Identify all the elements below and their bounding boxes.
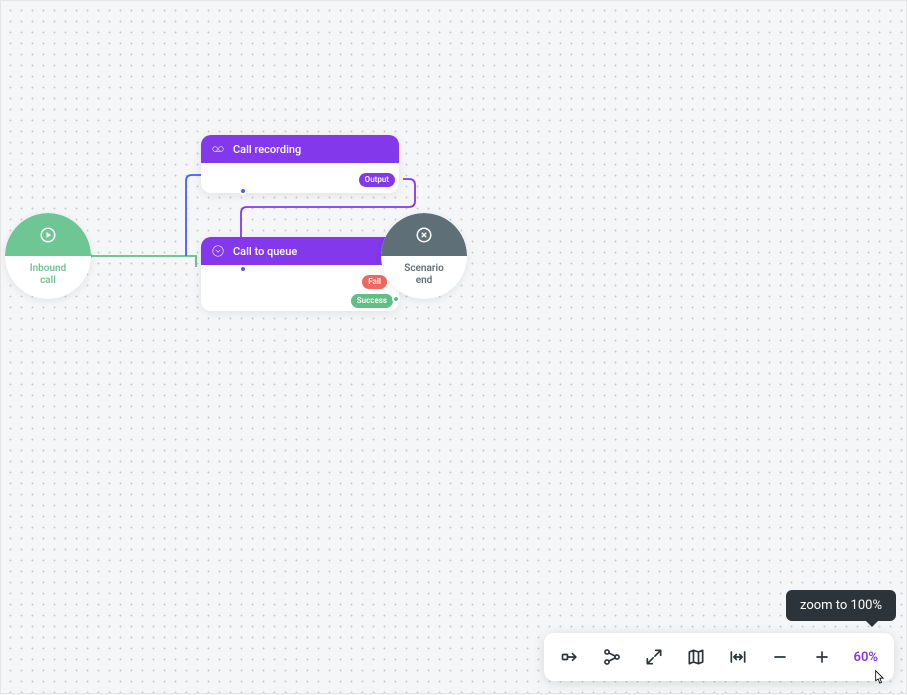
minus-icon xyxy=(770,647,790,667)
map-icon xyxy=(686,647,706,667)
fullscreen-button[interactable] xyxy=(636,639,672,675)
graph-tool-button[interactable] xyxy=(594,639,630,675)
zoom-level-text: 60% xyxy=(854,650,878,665)
node-recording-header: Call recording xyxy=(201,135,399,163)
zoom-in-button[interactable] xyxy=(804,639,840,675)
expand-icon xyxy=(644,647,664,667)
play-circle-icon xyxy=(39,226,57,244)
queue-icon xyxy=(211,244,225,258)
plus-icon xyxy=(812,647,832,667)
map-button[interactable] xyxy=(678,639,714,675)
port-queue-fail-label: Fail xyxy=(362,275,387,289)
voicemail-icon xyxy=(211,142,225,156)
connection-wires xyxy=(1,1,907,695)
port-recording-input[interactable] xyxy=(239,187,247,195)
zoom-tooltip-text: zoom to 100% xyxy=(800,598,882,613)
node-recording-title: Call recording xyxy=(233,143,301,156)
fit-width-button[interactable] xyxy=(720,639,756,675)
fit-width-icon xyxy=(728,647,748,667)
connect-icon xyxy=(560,647,580,667)
node-queue-header: Call to queue xyxy=(201,237,399,265)
port-queue-success[interactable] xyxy=(392,295,400,303)
node-inbound-call[interactable]: Inbound call xyxy=(5,213,91,299)
node-end-cap xyxy=(381,213,467,256)
node-start-cap xyxy=(5,213,91,256)
zoom-level-button[interactable]: 60% xyxy=(846,650,886,665)
stop-circle-icon xyxy=(415,226,433,244)
node-end-label: Scenario end xyxy=(404,263,444,287)
port-queue-input[interactable] xyxy=(239,265,247,273)
node-start-label: Inbound call xyxy=(30,263,67,287)
connect-tool-button[interactable] xyxy=(552,639,588,675)
port-queue-success-label: Success xyxy=(351,294,393,308)
canvas[interactable]: Inbound call Call recording Output Call … xyxy=(1,1,906,693)
port-recording-output-label: Output xyxy=(359,173,395,187)
node-queue-title: Call to queue xyxy=(233,245,297,258)
graph-icon xyxy=(602,647,622,667)
zoom-out-button[interactable] xyxy=(762,639,798,675)
canvas-toolbar: 60% xyxy=(544,633,894,681)
node-scenario-end[interactable]: Scenario end xyxy=(381,213,467,299)
node-call-to-queue[interactable]: Call to queue Fail Success xyxy=(201,237,399,311)
node-call-recording[interactable]: Call recording Output xyxy=(201,135,399,193)
zoom-tooltip: zoom to 100% xyxy=(786,590,896,621)
